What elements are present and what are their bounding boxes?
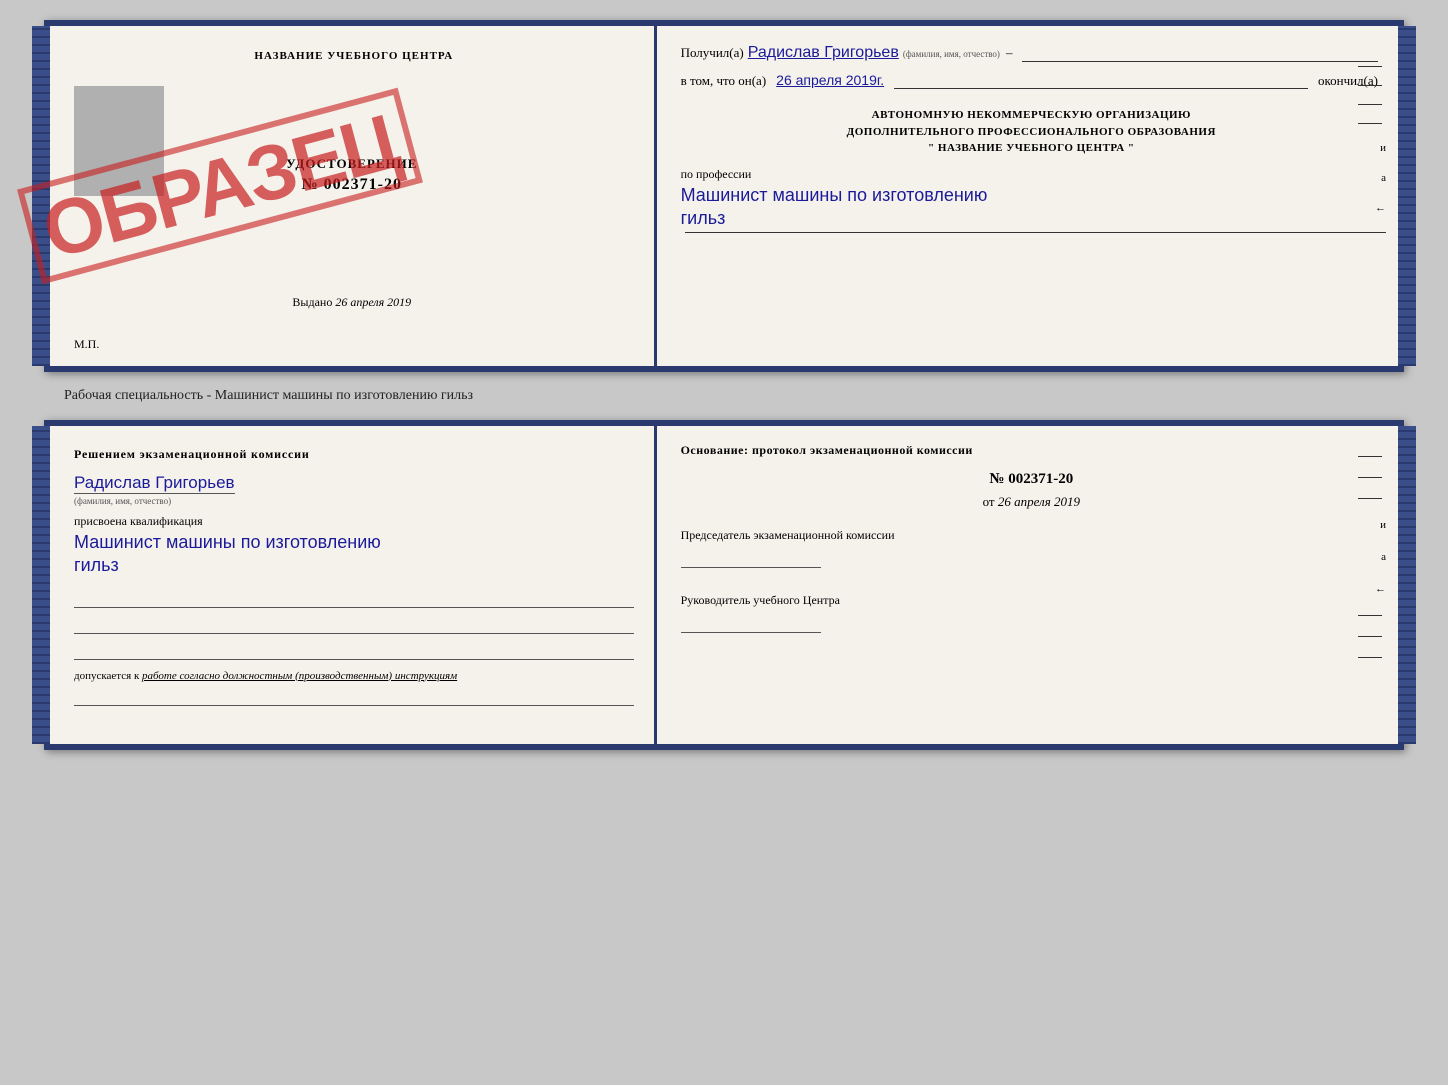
- poluchil-label: Получил(а): [681, 45, 744, 61]
- org-line1: АВТОНОМНУЮ НЕКОММЕРЧЕСКУЮ ОРГАНИЗАЦИЮ: [681, 107, 1382, 124]
- qualification-block: Машинист машины по изготовлению гильз: [74, 531, 634, 578]
- bottom-fio-sub: (фамилия, имя, отчество): [74, 496, 634, 506]
- bottom-name-block: Радислав Григорьев (фамилия, имя, отчест…: [74, 473, 634, 506]
- profession-line1: Машинист машины по изготовлению: [681, 185, 988, 205]
- bottom-edge-dash-2: [1358, 477, 1382, 478]
- separator-label: Рабочая специальность - Машинист машины …: [20, 388, 473, 404]
- prisvoena-text: присвоена квалификация: [74, 514, 634, 529]
- bottom-edge-dash-5: [1358, 636, 1382, 637]
- qual-line1: Машинист машины по изготовлению: [74, 532, 381, 552]
- right-edge-lines-bottom: и а ←: [1354, 456, 1386, 658]
- udostoverenie-title: УДОСТОВЕРЕНИЕ: [286, 156, 417, 172]
- dopuskaetsya-link: работе согласно должностным (производств…: [142, 670, 457, 682]
- komissia-title: Решением экзаменационной комиссии: [74, 446, 634, 463]
- org-line3: " НАЗВАНИЕ УЧЕБНОГО ЦЕНТРА ": [681, 140, 1382, 157]
- bottom-doc-left: Решением экзаменационной комиссии Радисл…: [50, 426, 657, 744]
- bottom-edge-letter-i: и: [1354, 519, 1386, 531]
- fabric-binding-left: [32, 26, 50, 366]
- bottom-edge-dash-1: [1358, 456, 1382, 457]
- profession-value: Машинист машины по изготовлению гильз: [681, 184, 1382, 234]
- vydano-label: Выдано: [292, 295, 332, 309]
- edge-letter-a: а: [1354, 172, 1386, 184]
- vtom-label: в том, что он(а): [681, 73, 767, 89]
- rukovoditel-signature-line: [681, 613, 821, 633]
- vtom-line: в том, что он(а) 26 апреля 2019г. окончи…: [681, 72, 1382, 89]
- edge-dash-3: [1358, 104, 1382, 105]
- dopuskaetsya-block: допускается к работе согласно должностны…: [74, 670, 634, 682]
- blank-line-2: [74, 612, 634, 634]
- profession-label: по профессии: [681, 167, 1382, 182]
- rukovoditel-block: Руководитель учебного Центра: [681, 591, 1382, 638]
- edge-dash-2: [1358, 85, 1382, 86]
- top-document: НАЗВАНИЕ УЧЕБНОГО ЦЕНТРА ОБРАЗЕЦ УДОСТОВ…: [44, 20, 1404, 372]
- profession-underline: [685, 232, 1386, 233]
- top-doc-left: НАЗВАНИЕ УЧЕБНОГО ЦЕНТРА ОБРАЗЕЦ УДОСТОВ…: [50, 26, 657, 366]
- edge-letter-i: и: [1354, 142, 1386, 154]
- qual-line2: гильз: [74, 555, 119, 575]
- bottom-edge-letter-a: а: [1354, 551, 1386, 563]
- fio-sub-top: (фамилия, имя, отчество): [903, 49, 1000, 59]
- protocol-date-line: от 26 апреля 2019: [681, 494, 1382, 510]
- predsedatel-block: Председатель экзаменационной комиссии: [681, 526, 1382, 573]
- profession-line2: гильз: [681, 208, 726, 228]
- dash-line-1: [1022, 61, 1378, 62]
- photo-placeholder: [74, 86, 164, 196]
- edge-dash-1: [1358, 66, 1382, 67]
- dopuskaetsya-last-line: [74, 686, 634, 706]
- mp-text: М.П.: [74, 337, 99, 352]
- fabric-binding-right: [1398, 26, 1416, 366]
- bottom-edge-dash-4: [1358, 615, 1382, 616]
- blank-line-1: [74, 586, 634, 608]
- vydano-date: 26 апреля 2019: [335, 295, 411, 309]
- org-line2: ДОПОЛНИТЕЛЬНОГО ПРОФЕССИОНАЛЬНОГО ОБРАЗО…: [681, 124, 1382, 141]
- bottom-edge-arrow: ←: [1354, 583, 1386, 595]
- udostoverenie-number: № 002371-20: [286, 176, 417, 194]
- bottom-edge-dash-6: [1358, 657, 1382, 658]
- bottom-doc-right: Основание: протокол экзаменационной коми…: [657, 426, 1398, 744]
- predsedatel-signature-line: [681, 548, 821, 568]
- predsedatel-title: Председатель экзаменационной комиссии: [681, 526, 1382, 544]
- osnovaniye-title: Основание: протокол экзаменационной коми…: [681, 442, 1382, 459]
- vydano-block: Выдано 26 апреля 2019: [292, 295, 411, 310]
- right-edge-lines-top: и а ←: [1354, 66, 1386, 233]
- school-name-top: НАЗВАНИЕ УЧЕБНОГО ЦЕНТРА: [74, 50, 634, 62]
- protocol-date-value: 26 апреля 2019: [998, 494, 1080, 509]
- recipient-name: Радислав Григорьев: [748, 44, 899, 62]
- top-doc-right: Получил(а) Радислав Григорьев (фамилия, …: [657, 26, 1398, 366]
- bottom-document: Решением экзаменационной комиссии Радисл…: [44, 420, 1404, 750]
- bottom-edge-dash-3: [1358, 498, 1382, 499]
- poluchil-line: Получил(а) Радислав Григорьев (фамилия, …: [681, 44, 1382, 62]
- fabric-binding-left-bottom: [32, 426, 50, 744]
- edge-dash-4: [1358, 123, 1382, 124]
- edge-arrow: ←: [1354, 202, 1386, 214]
- dopuskaetsya-label: допускается к: [74, 670, 139, 682]
- vtom-date: 26 апреля 2019г.: [776, 72, 884, 88]
- udostoverenie-block: УДОСТОВЕРЕНИЕ № 002371-20: [286, 156, 417, 194]
- protocol-number: № 002371-20: [681, 471, 1382, 488]
- rukovoditel-title: Руководитель учебного Центра: [681, 591, 1382, 609]
- edge-dash-5: [1358, 232, 1382, 233]
- blank-line-3: [74, 638, 634, 660]
- org-block: АВТОНОМНУЮ НЕКОММЕРЧЕСКУЮ ОРГАНИЗАЦИЮ ДО…: [681, 107, 1382, 157]
- bottom-lines: [74, 586, 634, 660]
- bottom-name: Радислав Григорьев: [74, 473, 235, 494]
- dash-line-2: [894, 88, 1308, 89]
- protocol-date-prefix: от: [983, 494, 995, 509]
- fabric-binding-right-bottom: [1398, 426, 1416, 744]
